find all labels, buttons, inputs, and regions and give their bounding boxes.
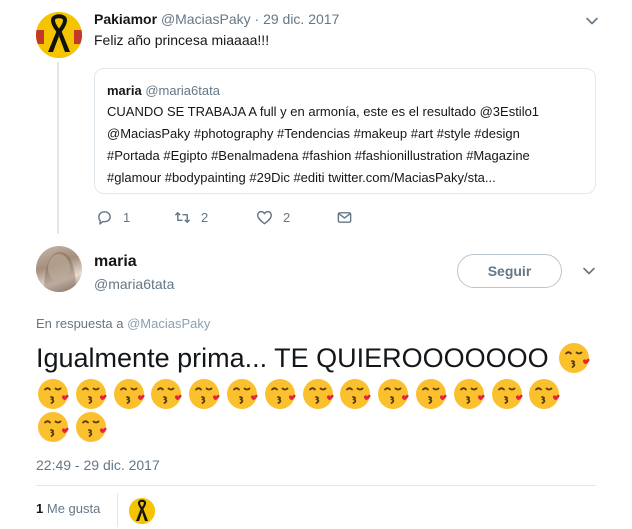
- reply-prefix: En respuesta a: [36, 316, 124, 331]
- face-blowing-kiss-icon: [225, 376, 261, 412]
- tweet-date[interactable]: 29 dic. 2017: [263, 11, 339, 27]
- retweet-icon: [174, 211, 191, 223]
- reply-count: 1: [123, 209, 131, 225]
- chevron-down-icon[interactable]: [585, 14, 599, 28]
- reply-icon: [98, 210, 111, 225]
- face-blowing-kiss-icon: [74, 376, 110, 412]
- parent-tweet[interactable]: Pakiamor @MaciasPaky · 29 dic. 2017 Feli…: [0, 0, 632, 240]
- face-blowing-kiss-icon: [527, 376, 563, 412]
- face-blowing-kiss-icon: [36, 409, 72, 445]
- chevron-down-icon[interactable]: [582, 264, 596, 278]
- face-blowing-kiss-icon: [557, 340, 593, 376]
- quoted-text-line: #Portada #Egipto #Benalmadena #fashion #…: [107, 148, 530, 163]
- reply-context: En respuesta a @MaciasPaky: [36, 316, 210, 332]
- likes-label: Me gusta: [46, 501, 101, 516]
- face-blowing-kiss-icon: [338, 376, 374, 412]
- face-blowing-kiss-icon: [452, 376, 488, 412]
- quoted-tweet[interactable]: maria @maria6tata CUANDO SE TRABAJA A fu…: [94, 68, 596, 194]
- quoted-text-line: @MaciasPaky #photography #Tendencias #ma…: [107, 126, 520, 141]
- divider: [117, 493, 118, 527]
- emoji-row: [36, 376, 596, 412]
- profile-photo-icon: [44, 252, 76, 292]
- separator-dot: ·: [254, 11, 260, 27]
- message-icon: [337, 211, 352, 223]
- author-handle[interactable]: @MaciasPaky: [161, 11, 251, 27]
- face-blowing-kiss-icon: [187, 376, 223, 412]
- likes-summary[interactable]: 1 Me gusta: [36, 501, 100, 517]
- face-blowing-kiss-icon: [414, 376, 450, 412]
- tweet-timestamp[interactable]: 22:49 - 29 dic. 2017: [36, 456, 160, 474]
- parent-tweet-header: Pakiamor @MaciasPaky · 29 dic. 2017: [94, 10, 339, 28]
- quoted-text-line: CUANDO SE TRABAJA A full y en armonía, e…: [107, 104, 540, 119]
- face-blowing-kiss-icon: [74, 409, 110, 445]
- quoted-author-name: maria: [107, 83, 142, 98]
- avatar[interactable]: [36, 246, 82, 292]
- face-blowing-kiss-icon: [112, 376, 148, 412]
- face-blowing-kiss-icon: [490, 376, 526, 412]
- mourning-ribbon-icon: [36, 12, 82, 58]
- thread-connector-line: [57, 62, 59, 234]
- follow-button[interactable]: Seguir: [457, 254, 562, 288]
- like-button[interactable]: 2: [256, 206, 290, 228]
- face-blowing-kiss-icon: [149, 376, 185, 412]
- likes-count: 1: [36, 501, 44, 516]
- liker-avatar[interactable]: [129, 498, 155, 524]
- quoted-tweet-header: maria @maria6tata: [107, 82, 220, 99]
- face-blowing-kiss-icon: [263, 376, 299, 412]
- avatar[interactable]: [36, 12, 82, 58]
- quoted-author-handle: @maria6tata: [145, 83, 220, 98]
- reply-button[interactable]: 1: [96, 206, 130, 228]
- face-blowing-kiss-icon: [376, 376, 412, 412]
- emoji-row: [36, 340, 596, 376]
- quoted-text-line: #glamour #bodypainting #29Dic #editi twi…: [107, 170, 496, 185]
- tweet-actions: 1 2 2: [94, 206, 374, 228]
- like-count: 2: [283, 209, 291, 225]
- tweet-text: Feliz año princesa miaaaa!!!: [94, 32, 270, 48]
- author-name[interactable]: maria: [94, 252, 137, 272]
- direct-message-button[interactable]: [336, 206, 353, 228]
- face-blowing-kiss-icon: [301, 376, 337, 412]
- mourning-ribbon-icon: [129, 498, 155, 524]
- author-name[interactable]: Pakiamor: [94, 11, 157, 27]
- retweet-button[interactable]: 2: [174, 206, 208, 228]
- retweet-count: 2: [201, 209, 209, 225]
- divider: [36, 485, 596, 486]
- author-handle[interactable]: @maria6tata: [94, 275, 174, 293]
- reply-handle-link[interactable]: @MaciasPaky: [127, 316, 210, 331]
- emoji-row: [36, 409, 596, 445]
- like-icon: [256, 210, 273, 224]
- face-blowing-kiss-icon: [36, 376, 72, 412]
